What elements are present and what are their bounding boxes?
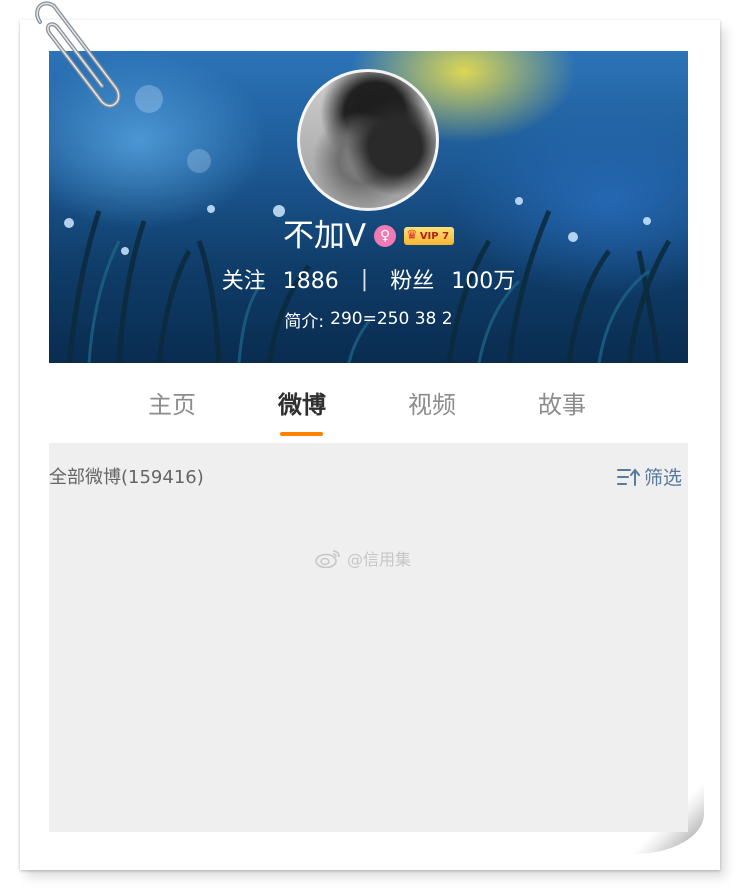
followers-label: 粉丝 [390,269,435,294]
bio-text: 290=250 38 2 [330,309,453,329]
followers-stat[interactable]: 粉丝 100万 [390,263,515,295]
avatar[interactable] [297,69,439,211]
feed-area: 全部微博(159416) 筛选 @信用集 [49,443,688,832]
feed-count: 全部微博(159416) [49,467,204,488]
paperclip-icon [35,1,121,108]
bio: 简介: 290=250 38 2 [49,305,688,333]
vip-label: VIP 7 [419,230,450,242]
vip-badge[interactable]: ♛ VIP 7 [404,227,455,245]
stats-separator: | [360,266,369,292]
filter-icon [616,467,640,486]
tab-story[interactable]: 故事 [517,385,607,419]
profile-banner: 不加V ♀ ♛ VIP 7 关注 1886 | 粉丝 100万 简介: 290=… [49,51,688,363]
name-row: 不加V ♀ ♛ VIP 7 [49,216,688,256]
female-badge-icon: ♀ [374,225,397,247]
tab-home[interactable]: 主页 [127,385,217,419]
following-count: 1886 [282,269,339,294]
weibo-logo-icon [315,550,340,568]
tab-weibo[interactable]: 微博 [257,385,347,419]
filter-label: 筛选 [643,467,682,489]
following-stat[interactable]: 关注 1886 [222,263,339,295]
watermark: @信用集 [315,546,411,570]
filter-button[interactable]: 筛选 [616,463,682,490]
followers-count: 100万 [451,269,516,294]
bio-label: 简介: [284,311,325,332]
following-label: 关注 [221,269,266,294]
watermark-text: @信用集 [347,550,412,569]
profile-name: 不加V [282,218,367,254]
active-tab-indicator [280,432,323,436]
vip-crown-icon: ♛ [406,228,418,243]
profile-tabs: 主页 微博 视频 故事 [49,363,688,443]
stats-row: 关注 1886 | 粉丝 100万 [49,263,688,295]
tab-video[interactable]: 视频 [387,385,477,419]
